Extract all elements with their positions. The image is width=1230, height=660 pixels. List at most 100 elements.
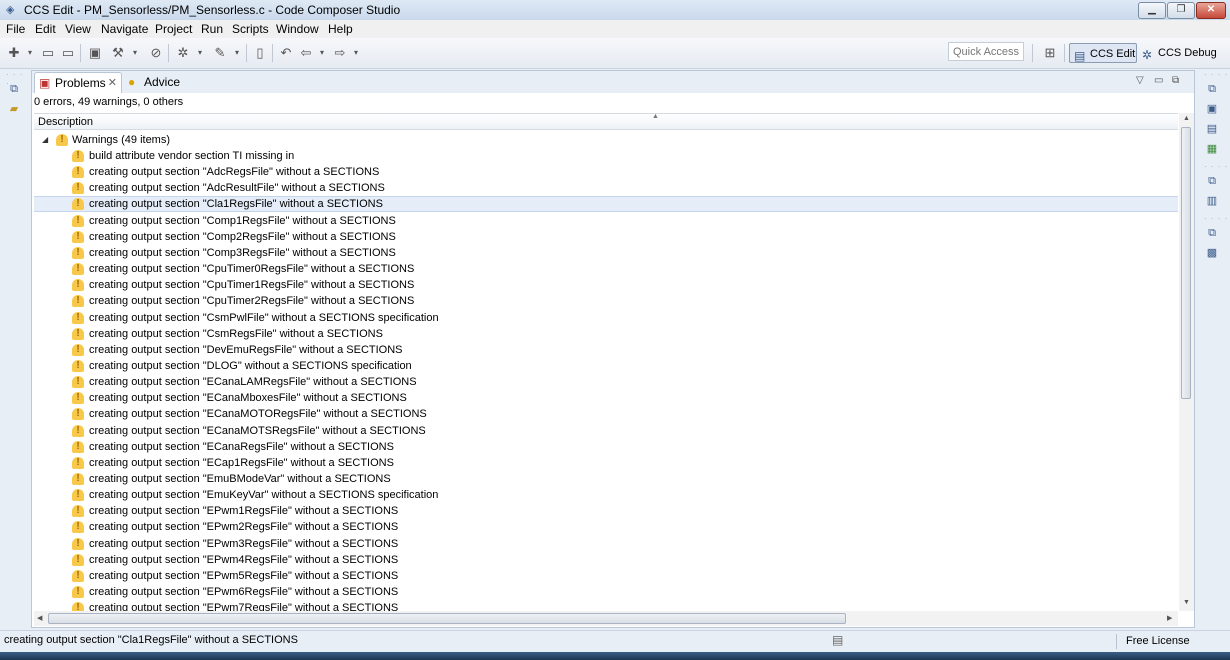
maximize-button[interactable]: ❐: [1167, 2, 1195, 19]
column-header-description[interactable]: ▲ Description: [34, 113, 1178, 130]
problem-description: creating output section "ECanaLAMRegsFil…: [89, 376, 417, 389]
problem-row[interactable]: ! creating output section "AdcRegsFile" w…: [34, 164, 1178, 180]
minimize-icon[interactable]: ▭: [1154, 75, 1163, 86]
problem-row[interactable]: ! creating output section "EmuBModeVar" w…: [34, 471, 1178, 487]
chevron-down-icon[interactable]: ▾: [229, 45, 245, 61]
memory-icon[interactable]: ▩: [1205, 246, 1219, 260]
problem-description: creating output section "Comp2RegsFile" …: [89, 230, 396, 243]
problem-row[interactable]: ! creating output section "EPwm3RegsFile"…: [34, 536, 1178, 552]
menu-edit[interactable]: Edit: [35, 22, 56, 36]
chevron-down-icon[interactable]: ▾: [22, 45, 38, 61]
problem-row[interactable]: ! build attribute vendor section TI missi…: [34, 148, 1178, 164]
problem-row[interactable]: ! creating output section "ECanaLAMRegsFi…: [34, 374, 1178, 390]
build-hammer-icon[interactable]: ⚒: [110, 45, 126, 61]
save-icon[interactable]: ▭: [40, 45, 56, 61]
problem-row[interactable]: ! creating output section "CsmPwlFile" wi…: [34, 310, 1178, 326]
problem-row[interactable]: ! creating output section "CpuTimer2RegsF…: [34, 293, 1178, 309]
menu-help[interactable]: Help: [328, 22, 353, 36]
menu-window[interactable]: Window: [276, 22, 319, 36]
flash-icon[interactable]: ✎: [212, 45, 228, 61]
vertical-scrollbar[interactable]: ▲ ▼: [1179, 113, 1194, 611]
status-icon[interactable]: ▤: [832, 633, 843, 647]
restore-icon[interactable]: ⧉: [1205, 226, 1219, 240]
warning-icon: !: [72, 392, 84, 405]
scroll-left-icon[interactable]: ◀: [37, 614, 42, 622]
restore-icon[interactable]: ⧉: [1205, 174, 1219, 188]
problem-row[interactable]: ! creating output section "DevEmuRegsFile…: [34, 342, 1178, 358]
chevron-down-icon[interactable]: ▾: [348, 45, 364, 61]
problem-row[interactable]: ! creating output section "CpuTimer0RegsF…: [34, 261, 1178, 277]
tab-problems[interactable]: ▣ Problems ✕: [34, 72, 122, 93]
problem-row[interactable]: ! creating output section "EPwm5RegsFile"…: [34, 568, 1178, 584]
close-icon[interactable]: ✕: [108, 73, 117, 94]
outline-icon[interactable]: ▣: [1205, 102, 1219, 116]
problem-row[interactable]: ! creating output section "EmuKeyVar" wit…: [34, 487, 1178, 503]
minimize-button[interactable]: ▁: [1138, 2, 1166, 19]
edit-perspective-icon: ▤: [1074, 49, 1086, 63]
layout-icon[interactable]: ▤: [1205, 122, 1219, 136]
perspective-ccs-edit[interactable]: ▤ CCS Edit: [1069, 43, 1137, 63]
back-arrow-icon[interactable]: ⇦: [298, 45, 314, 61]
terminal-icon[interactable]: ▯: [252, 45, 268, 61]
restore-icon[interactable]: ⧉: [7, 82, 21, 96]
menu-file[interactable]: File: [6, 22, 25, 36]
open-perspective-icon[interactable]: ⊞: [1042, 45, 1058, 61]
scroll-thumb[interactable]: [1181, 127, 1191, 399]
chevron-down-icon[interactable]: ▾: [192, 45, 208, 61]
problem-description: build attribute vendor section TI missin…: [89, 150, 295, 162]
drag-handle[interactable]: · · · ·: [1204, 214, 1228, 223]
problem-row[interactable]: ! creating output section "ECap1RegsFile"…: [34, 455, 1178, 471]
quick-access-input[interactable]: Quick Access: [948, 42, 1024, 61]
restore-icon[interactable]: ⧉: [1205, 82, 1219, 96]
drag-handle[interactable]: · · · ·: [1204, 162, 1228, 171]
problem-row[interactable]: ! creating output section "EPwm6RegsFile"…: [34, 584, 1178, 600]
scroll-down-icon[interactable]: ▼: [1183, 599, 1190, 606]
project-explorer-icon[interactable]: ▰: [7, 102, 21, 116]
forward-arrow-icon[interactable]: ⇨: [332, 45, 348, 61]
problem-description: creating output section "EPwm3RegsFile" …: [89, 537, 399, 550]
chevron-down-icon[interactable]: ▾: [127, 45, 143, 61]
console-icon[interactable]: ▦: [1205, 142, 1219, 156]
menu-navigate[interactable]: Navigate: [101, 22, 148, 36]
menu-project[interactable]: Project: [155, 22, 192, 36]
menu-run[interactable]: Run: [201, 22, 223, 36]
debug-bug-icon[interactable]: ✲: [175, 45, 191, 61]
skip-icon[interactable]: ⊘: [148, 45, 164, 61]
tree-group-warnings[interactable]: ◢ ! Warnings (49 items): [34, 132, 1178, 148]
problem-row[interactable]: ! creating output section "EPwm4RegsFile"…: [34, 552, 1178, 568]
view-menu-icon[interactable]: ▽: [1136, 75, 1144, 86]
problem-row[interactable]: ! creating output section "Comp1RegsFile"…: [34, 213, 1178, 229]
problem-row[interactable]: ! creating output section "Comp3RegsFile"…: [34, 245, 1178, 261]
problem-row[interactable]: ! creating output section "ECanaRegsFile"…: [34, 439, 1178, 455]
scroll-right-icon[interactable]: ▶: [1167, 614, 1172, 622]
chevron-down-icon[interactable]: ▾: [314, 45, 330, 61]
tab-advice[interactable]: ● Advice: [124, 72, 194, 93]
problem-row[interactable]: ! creating output section "Comp2RegsFile"…: [34, 229, 1178, 245]
menu-view[interactable]: View: [65, 22, 91, 36]
problem-row[interactable]: ! creating output section "EPwm2RegsFile"…: [34, 519, 1178, 535]
perspective-ccs-debug[interactable]: ✲ CCS Debug: [1138, 43, 1218, 63]
problem-row[interactable]: ! creating output section "ECanaMOTSRegsF…: [34, 423, 1178, 439]
problem-row[interactable]: ! creating output section "Cla1RegsFile" …: [34, 196, 1178, 213]
maximize-icon[interactable]: ⧉: [1172, 75, 1179, 86]
scroll-thumb[interactable]: [48, 613, 846, 624]
problem-row[interactable]: ! creating output section "DLOG" without …: [34, 358, 1178, 374]
debug-view-icon[interactable]: ▣: [87, 45, 103, 61]
properties-icon[interactable]: ▥: [1205, 194, 1219, 208]
save-all-icon[interactable]: ▭: [60, 45, 76, 61]
problem-row[interactable]: ! creating output section "AdcResultFile"…: [34, 180, 1178, 196]
drag-handle[interactable]: · · · ·: [1204, 70, 1228, 79]
last-edit-icon[interactable]: ↶: [278, 45, 294, 61]
close-button[interactable]: ✕: [1196, 2, 1226, 19]
problem-row[interactable]: ! creating output section "CpuTimer1RegsF…: [34, 277, 1178, 293]
expand-arrow-icon[interactable]: ◢: [42, 132, 48, 148]
problem-row[interactable]: ! creating output section "CsmRegsFile" w…: [34, 326, 1178, 342]
horizontal-scrollbar[interactable]: ◀ ▶: [34, 611, 1178, 626]
group-label: Warnings (49 items): [72, 134, 171, 146]
problem-row[interactable]: ! creating output section "EPwm1RegsFile"…: [34, 503, 1178, 519]
problem-row[interactable]: ! creating output section "ECanaMOTORegsF…: [34, 406, 1178, 422]
problem-row[interactable]: ! creating output section "ECanaMboxesFil…: [34, 390, 1178, 406]
menu-scripts[interactable]: Scripts: [232, 22, 269, 36]
scroll-up-icon[interactable]: ▲: [1183, 115, 1190, 122]
new-icon[interactable]: ✚: [6, 45, 22, 61]
